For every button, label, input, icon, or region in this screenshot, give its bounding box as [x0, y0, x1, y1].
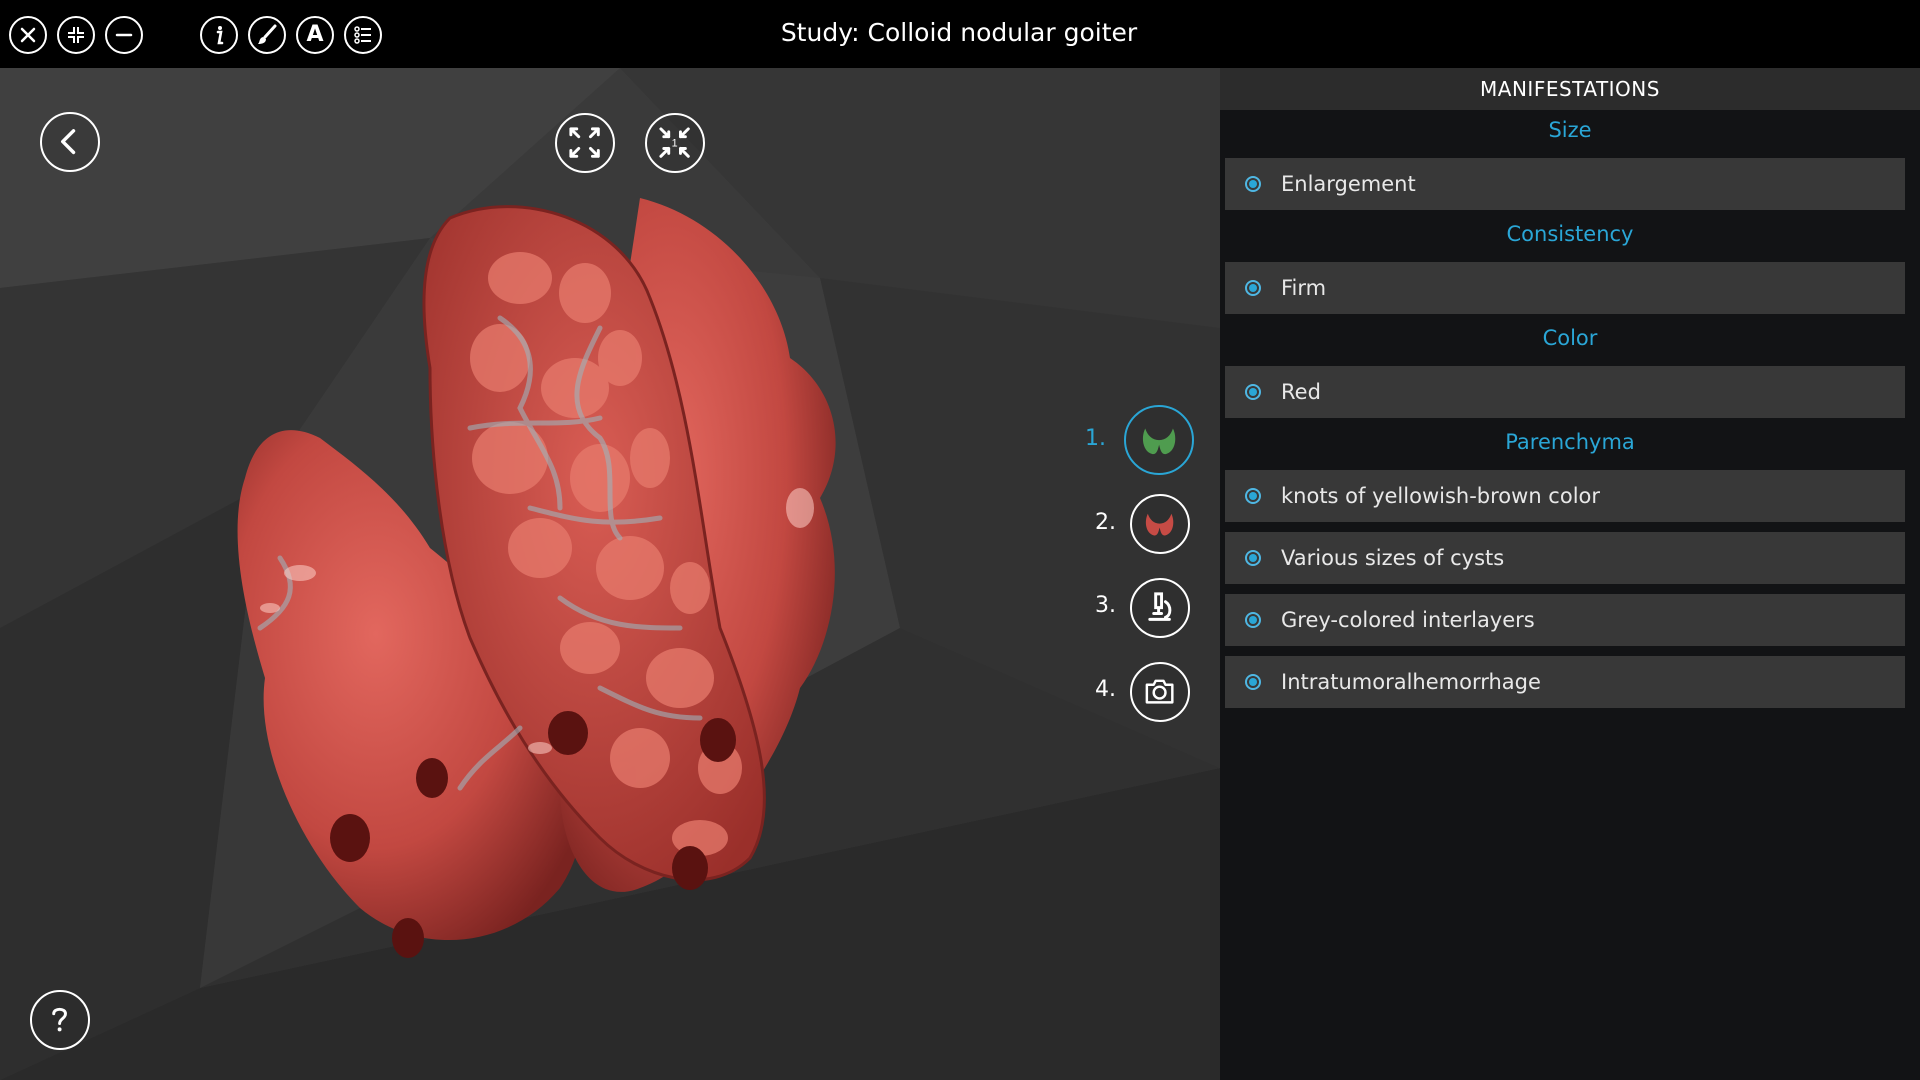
manifestation-item[interactable]: Various sizes of cysts [1225, 532, 1905, 584]
manifestation-label: Various sizes of cysts [1281, 546, 1505, 570]
radio-dot-icon [1245, 384, 1261, 400]
radio-dot-icon [1245, 488, 1261, 504]
expand-view-button[interactable] [555, 113, 615, 173]
panel-header: MANIFESTATIONS [1220, 68, 1920, 110]
expand-icon [569, 127, 601, 159]
manifestation-label: Enlargement [1281, 172, 1416, 196]
view-number-4: 4. [1095, 677, 1116, 702]
manifestation-label: Red [1281, 380, 1321, 404]
radio-dot-icon [1245, 612, 1261, 628]
manifestation-item[interactable]: Red [1225, 366, 1905, 418]
camera-icon [1146, 679, 1174, 705]
manifestation-label: knots of yellowish-brown color [1281, 484, 1601, 508]
manifestation-item[interactable]: Enlargement [1225, 158, 1905, 210]
manifestation-item[interactable]: Grey-colored interlayers [1225, 594, 1905, 646]
chevron-left-icon [61, 129, 76, 155]
radio-dot-icon [1245, 674, 1261, 690]
reset-view-button[interactable]: 1 [645, 113, 705, 173]
manifestation-item[interactable]: knots of yellowish-brown color [1225, 470, 1905, 522]
thyroid-green-icon [1142, 428, 1176, 455]
radio-dot-icon [1245, 280, 1261, 296]
section-title-consistency: Consistency [1506, 222, 1634, 246]
radio-dot-icon [1245, 176, 1261, 192]
reset-view-badge: 1 [672, 138, 678, 150]
manifestation-item[interactable]: Firm [1225, 262, 1905, 314]
thyroid-red-icon [1146, 514, 1174, 536]
manifestation-item[interactable]: Intratumoralhemorrhage [1225, 656, 1905, 708]
view-number-1: 1. [1085, 426, 1106, 451]
manifestation-label: Intratumoralhemorrhage [1281, 670, 1541, 694]
view-button-4[interactable] [1130, 662, 1190, 722]
section-title-color: Color [1542, 326, 1598, 350]
collapse-icon: 1 [659, 127, 691, 159]
thyroid-specimen-model[interactable] [0, 68, 1220, 1080]
top-bar: A Study: Colloid nodular goiter [0, 0, 1920, 68]
radio-dot-icon [1245, 550, 1261, 566]
help-button[interactable] [30, 990, 90, 1050]
window-title: Study: Colloid nodular goiter [780, 18, 1138, 47]
view-button-1[interactable] [1124, 405, 1194, 475]
section-title-size: Size [1548, 118, 1592, 142]
view-number-3: 3. [1095, 593, 1116, 618]
manifestations-panel: MANIFESTATIONS Size Enlargement Consiste… [1220, 68, 1920, 1080]
view-button-3[interactable] [1130, 578, 1190, 638]
question-mark-icon [52, 1008, 68, 1032]
view-button-2[interactable] [1130, 494, 1190, 554]
3d-viewport[interactable]: 1 1. 2. 3. 4. [0, 68, 1220, 1080]
manifestation-label: Firm [1281, 276, 1327, 300]
back-button[interactable] [40, 112, 100, 172]
view-number-2: 2. [1095, 510, 1116, 535]
manifestation-label: Grey-colored interlayers [1281, 608, 1535, 632]
section-title-parenchyma: Parenchyma [1505, 430, 1635, 454]
microscope-icon [1148, 592, 1172, 622]
